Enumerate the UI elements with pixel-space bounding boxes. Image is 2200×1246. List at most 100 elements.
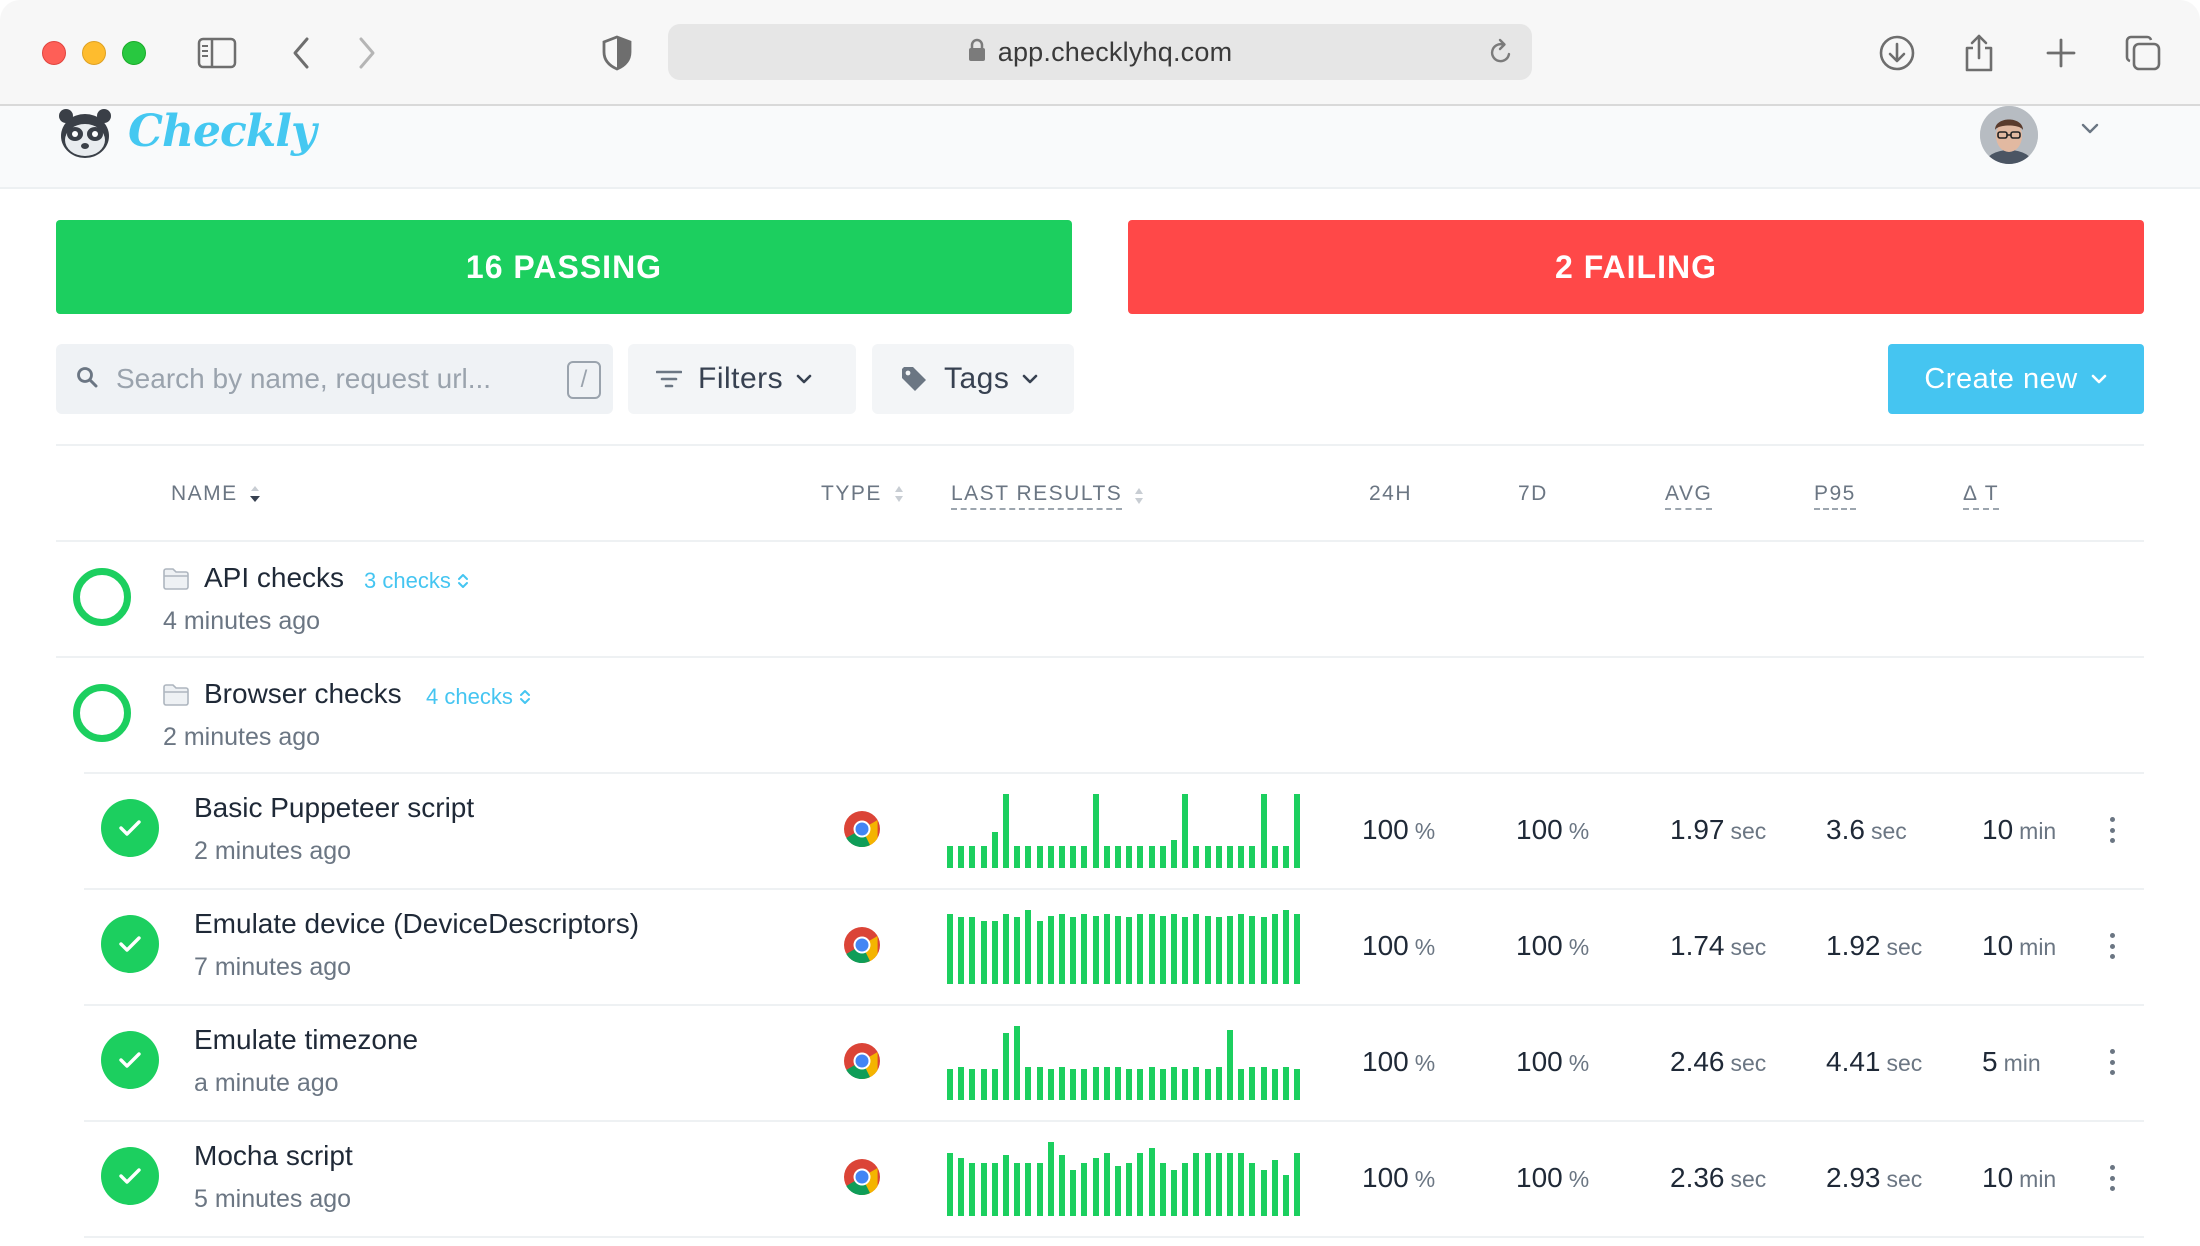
result-bar[interactable] (1081, 846, 1088, 868)
last-results-sparkline[interactable] (947, 794, 1301, 868)
sort-desc-icon[interactable] (248, 484, 262, 504)
result-bar[interactable] (1283, 846, 1289, 868)
sort-icon[interactable] (1132, 486, 1146, 506)
result-bar[interactable] (1260, 1067, 1267, 1100)
result-bar[interactable] (1092, 1067, 1099, 1100)
result-bar[interactable] (1025, 910, 1032, 984)
result-bar[interactable] (1137, 914, 1144, 984)
raccoon-logo-icon[interactable] (56, 106, 114, 162)
result-bar[interactable] (1003, 1155, 1009, 1216)
result-bar[interactable] (1215, 1153, 1222, 1216)
more-options-icon[interactable] (2108, 1165, 2116, 1191)
result-bar[interactable] (1171, 914, 1177, 984)
result-bar[interactable] (1137, 846, 1144, 868)
result-bar[interactable] (1103, 846, 1110, 868)
result-bar[interactable] (1204, 916, 1211, 984)
result-bar[interactable] (1014, 917, 1021, 984)
result-bar[interactable] (1003, 1033, 1009, 1100)
result-bar[interactable] (1238, 1153, 1245, 1216)
result-bar[interactable] (980, 1069, 987, 1100)
result-bar[interactable] (1294, 1153, 1301, 1216)
result-bar[interactable] (1238, 914, 1245, 984)
result-bar[interactable] (1215, 846, 1222, 868)
forward-icon[interactable] (344, 30, 390, 76)
result-bar[interactable] (1182, 1069, 1189, 1100)
passing-count-banner[interactable]: 16 PASSING (56, 220, 1072, 314)
search-input[interactable] (116, 363, 546, 395)
result-bar[interactable] (1204, 1153, 1211, 1216)
result-bar[interactable] (1294, 794, 1301, 868)
result-bar[interactable] (1182, 917, 1189, 984)
column-header-p95[interactable]: P95 (1814, 482, 1856, 510)
result-bar[interactable] (1193, 846, 1200, 868)
result-bar[interactable] (1260, 794, 1267, 868)
result-bar[interactable] (1103, 914, 1110, 984)
result-bar[interactable] (980, 1163, 987, 1216)
result-bar[interactable] (1215, 1067, 1222, 1100)
more-options-icon[interactable] (2108, 933, 2116, 959)
tabs-overview-icon[interactable] (2120, 30, 2166, 76)
result-bar[interactable] (1148, 914, 1155, 984)
result-bar[interactable] (958, 1067, 965, 1100)
minimize-window-button[interactable] (82, 41, 106, 65)
result-bar[interactable] (1227, 1153, 1233, 1216)
result-bar[interactable] (1115, 916, 1121, 984)
result-bar[interactable] (1204, 1069, 1211, 1100)
result-bar[interactable] (1036, 1163, 1043, 1216)
chevron-down-icon[interactable] (2080, 122, 2100, 140)
result-bar[interactable] (958, 917, 965, 984)
column-header-avg[interactable]: AVG (1665, 482, 1713, 510)
result-bar[interactable] (1025, 1067, 1032, 1100)
back-icon[interactable] (278, 30, 324, 76)
result-bar[interactable] (1047, 916, 1054, 984)
result-bar[interactable] (1148, 1067, 1155, 1100)
result-bar[interactable] (1159, 846, 1166, 868)
result-bar[interactable] (947, 846, 953, 868)
result-bar[interactable] (947, 1153, 953, 1216)
result-bar[interactable] (1137, 1069, 1144, 1100)
result-bar[interactable] (1193, 1067, 1200, 1100)
result-bar[interactable] (1003, 914, 1009, 984)
result-bar[interactable] (1092, 916, 1099, 984)
download-icon[interactable] (1874, 30, 1920, 76)
brand-wordmark[interactable]: Checkly (128, 106, 317, 157)
result-bar[interactable] (1249, 916, 1256, 984)
result-bar[interactable] (1025, 846, 1032, 868)
result-bar[interactable] (991, 1069, 998, 1100)
result-bar[interactable] (1059, 1067, 1065, 1100)
result-bar[interactable] (1238, 1069, 1245, 1100)
column-header-delta-t[interactable]: Δ T (1963, 482, 2000, 510)
result-bar[interactable] (1283, 1067, 1289, 1100)
check-name[interactable]: Basic Puppeteer script (194, 792, 474, 824)
result-bar[interactable] (1115, 1067, 1121, 1100)
result-bar[interactable] (1036, 846, 1043, 868)
more-options-icon[interactable] (2108, 1049, 2116, 1075)
avatar[interactable] (1980, 106, 2038, 164)
result-bar[interactable] (1137, 1153, 1144, 1216)
result-bar[interactable] (1014, 846, 1021, 868)
result-bar[interactable] (1159, 1069, 1166, 1100)
tags-button[interactable]: Tags (872, 344, 1074, 414)
check-name[interactable]: Mocha script (194, 1140, 353, 1172)
result-bar[interactable] (1103, 1067, 1110, 1100)
result-bar[interactable] (1249, 1067, 1256, 1100)
result-bar[interactable] (1193, 1153, 1200, 1216)
result-bar[interactable] (1047, 846, 1054, 868)
result-bar[interactable] (1115, 846, 1121, 868)
result-bar[interactable] (1159, 1163, 1166, 1216)
share-icon[interactable] (1956, 30, 2002, 76)
result-bar[interactable] (958, 846, 965, 868)
result-bar[interactable] (947, 1069, 953, 1100)
result-bar[interactable] (1182, 794, 1189, 868)
result-bar[interactable] (1271, 1160, 1278, 1216)
result-bar[interactable] (1283, 1175, 1289, 1216)
result-bar[interactable] (1047, 1069, 1054, 1100)
result-bar[interactable] (1103, 1153, 1110, 1216)
result-bar[interactable] (1238, 846, 1245, 868)
failing-count-banner[interactable]: 2 FAILING (1128, 220, 2144, 314)
result-bar[interactable] (1036, 921, 1043, 984)
result-bar[interactable] (1014, 1163, 1021, 1216)
result-bar[interactable] (1081, 1163, 1088, 1216)
result-bar[interactable] (958, 1158, 965, 1216)
result-bar[interactable] (1171, 1067, 1177, 1100)
